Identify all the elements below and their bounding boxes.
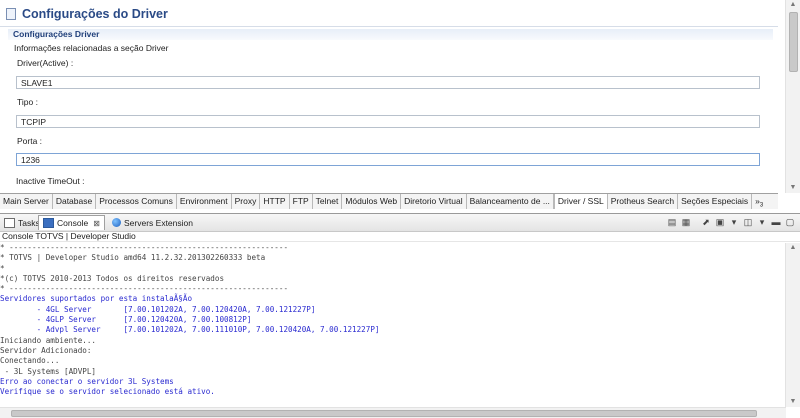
tab-secoes-especiais[interactable]: Seções Especiais: [678, 194, 753, 209]
console-line: Servidores suportados por esta instalaÃ§…: [0, 294, 193, 304]
console-line: * --------------------------------------…: [0, 284, 289, 294]
tab-environment[interactable]: Environment: [177, 194, 232, 209]
tab-servers-extension[interactable]: Servers Extension: [108, 215, 197, 230]
console-horizontal-scrollbar[interactable]: [0, 407, 786, 418]
console-line: Verifique se o servidor selecionado está…: [0, 387, 215, 397]
tab-diretorio-virtual[interactable]: Diretorio Virtual: [401, 194, 467, 209]
page-tabs: Main Server Database Processos Comuns En…: [0, 193, 778, 210]
tab-modulos-web[interactable]: Módulos Web: [342, 194, 402, 209]
servers-globe-icon: [112, 218, 121, 227]
title-divider: [0, 26, 778, 27]
console-line: * --------------------------------------…: [0, 243, 289, 252]
console-line: - 3L Systems [ADVPL]: [0, 366, 97, 376]
toolbar-divider: [694, 216, 698, 228]
tab-balanceamento[interactable]: Balanceamento de ...: [467, 194, 554, 209]
tipo-label: Tipo :: [17, 97, 38, 107]
tab-processos-comuns[interactable]: Processos Comuns: [96, 194, 177, 209]
tab-ftp[interactable]: FTP: [290, 194, 313, 209]
driver-active-field[interactable]: SLAVE1: [16, 76, 760, 89]
tasks-icon: [4, 217, 15, 228]
tab-main-server[interactable]: Main Server: [0, 194, 53, 209]
scroll-lock-icon[interactable]: ▦: [680, 216, 692, 228]
view-tab-bar: Tasks Console ⊠ Servers Extension ▤ ▦ ⬈ …: [0, 213, 800, 232]
scroll-down-arrow-icon[interactable]: ▼: [786, 183, 800, 193]
console-output[interactable]: * --------------------------------------…: [0, 243, 786, 407]
driver-active-label: Driver(Active) :: [17, 58, 74, 68]
console-icon: [43, 218, 54, 228]
overflow-count: 3: [759, 202, 764, 209]
console-vertical-scrollbar[interactable]: ▲ ▼: [785, 243, 800, 407]
console-line: Servidor Adicionado:: [0, 345, 92, 355]
open-console-menu-icon[interactable]: ▾: [756, 216, 768, 228]
tab-http[interactable]: HTTP: [260, 194, 290, 209]
inactive-timeout-label: Inactive TimeOut :: [16, 176, 85, 186]
section-description: Informações relacionadas a seção Driver: [14, 43, 169, 53]
console-line: - 4GLP Server [7.00.120420A, 7.00.100812…: [0, 315, 252, 325]
close-icon[interactable]: ⊠: [93, 219, 100, 228]
minimize-icon[interactable]: ▬: [770, 216, 782, 228]
tab-telnet[interactable]: Telnet: [313, 194, 343, 209]
console-line: Conectando...: [0, 356, 60, 366]
tipo-field[interactable]: TCPIP: [16, 115, 760, 128]
section-header[interactable]: Configurações Driver: [8, 29, 773, 40]
tab-console[interactable]: Console ⊠: [38, 215, 105, 230]
porta-label: Porta :: [17, 136, 43, 146]
clear-console-icon[interactable]: ▤: [666, 216, 678, 228]
console-hscroll-thumb[interactable]: [11, 410, 757, 417]
tab-driver-ssl[interactable]: Driver / SSL: [553, 194, 608, 209]
editor-scroll-thumb[interactable]: [789, 12, 798, 72]
porta-field[interactable]: 1236: [16, 153, 760, 166]
console-line: Erro ao conectar o servidor 3L Systems: [0, 376, 174, 386]
tab-servers-label: Servers Extension: [124, 217, 193, 228]
tab-overflow-button[interactable]: »3: [752, 194, 766, 209]
console-line: Iniciando ambiente...: [0, 335, 97, 345]
editor-vertical-scrollbar[interactable]: ▲ ▼: [785, 0, 800, 193]
tab-database[interactable]: Database: [53, 194, 97, 209]
console-line: - Advpl Server [7.00.101202A, 7.00.11101…: [0, 325, 380, 335]
console-line: * TOTVS | Developer Studio amd64 11.2.32…: [0, 253, 266, 263]
scroll-up-arrow-icon[interactable]: ▲: [786, 0, 800, 10]
editor-icon: [6, 8, 16, 20]
page-title-text: Configurações do Driver: [22, 7, 168, 21]
driver-config-editor: Configurações do Driver Configurações Dr…: [0, 0, 778, 193]
tab-proxy[interactable]: Proxy: [232, 194, 261, 209]
console-line: *(c) TOTVS 2010-2013 Todos os direitos r…: [0, 273, 225, 283]
display-console-icon[interactable]: ▣: [714, 216, 726, 228]
console-toolbar: ▤ ▦ ⬈ ▣ ▾ ◫ ▾ ▬ ▢: [666, 216, 796, 228]
dropdown-chevron-icon[interactable]: ▾: [728, 216, 740, 228]
tab-console-label: Console: [57, 218, 89, 228]
tab-protheus-search[interactable]: Protheus Search: [608, 194, 679, 209]
pin-console-icon[interactable]: ⬈: [700, 216, 712, 228]
console-line: - 4GL Server [7.00.101202A, 7.00.120420A…: [0, 304, 316, 314]
console-scroll-down-arrow-icon[interactable]: ▼: [786, 397, 800, 407]
maximize-icon[interactable]: ▢: [784, 216, 796, 228]
page-title: Configurações do Driver: [6, 7, 168, 21]
console-line: *: [0, 263, 5, 273]
console-scroll-up-arrow-icon[interactable]: ▲: [786, 243, 800, 253]
open-console-icon[interactable]: ◫: [742, 216, 754, 228]
tab-tasks-label: Tasks: [18, 217, 40, 228]
console-title: Console TOTVS | Developer Studio: [0, 231, 800, 242]
